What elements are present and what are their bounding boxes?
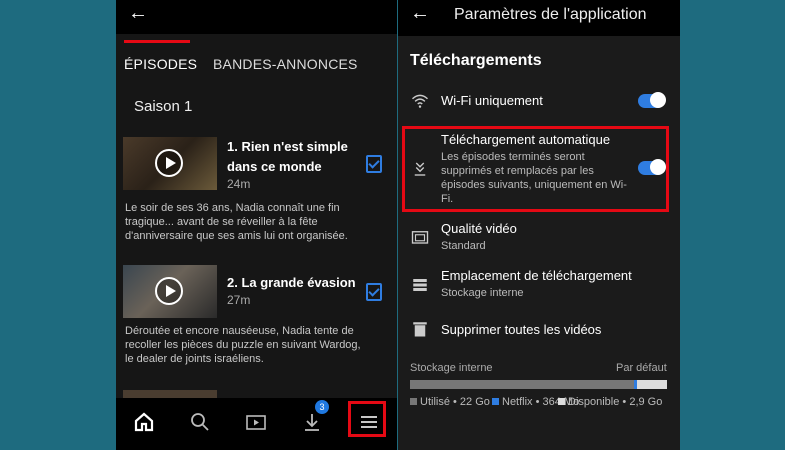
episode-thumbnail[interactable] <box>123 137 217 190</box>
episode-duration: 24m <box>227 177 251 191</box>
legend-swatch <box>492 398 499 405</box>
search-icon[interactable] <box>188 410 212 434</box>
delete-all-label: Supprimer toutes les vidéos <box>441 322 602 337</box>
play-icon[interactable] <box>155 149 183 177</box>
download-location-value: Stockage interne <box>441 287 524 299</box>
back-arrow-icon[interactable]: ← <box>128 2 148 25</box>
episode-description: Le soir de ses 36 ans, Nadia connaît une… <box>125 202 348 242</box>
home-icon[interactable] <box>132 410 156 434</box>
auto-download-label: Téléchargement automatique <box>441 132 611 147</box>
trash-icon <box>413 322 427 337</box>
video-quality-label: Qualité vidéo <box>441 221 517 236</box>
tab-episodes[interactable]: ÉPISODES <box>124 56 197 72</box>
downloads-badge: 3 <box>315 400 329 414</box>
downloaded-check-icon[interactable] <box>366 283 382 301</box>
episode-title: 2. La grande évasion <box>227 275 356 290</box>
wifi-only-toggle[interactable] <box>638 92 666 108</box>
app-settings-screen: ← Paramètres de l'application Télécharge… <box>398 0 680 450</box>
menu-icon[interactable] <box>357 410 381 434</box>
storage-bar <box>410 380 667 389</box>
episode-2[interactable]: 2. La grande évasion 27m Déroutée et enc… <box>123 265 393 375</box>
section-heading: Téléchargements <box>410 52 542 69</box>
video-quality-value: Standard <box>441 240 486 252</box>
active-tab-indicator <box>124 40 190 43</box>
downloaded-check-icon[interactable] <box>366 155 382 173</box>
bottom-nav: 3 <box>116 398 397 450</box>
wifi-only-label: Wi-Fi uniquement <box>441 93 543 108</box>
page-title: Paramètres de l'application <box>454 6 647 23</box>
legend-free: Disponible • 2,9 Go <box>558 396 662 408</box>
legend-swatch <box>558 398 565 405</box>
video-quality-icon <box>411 231 429 244</box>
episode-duration: 27m <box>227 293 251 307</box>
coming-soon-icon[interactable] <box>244 410 268 434</box>
back-arrow-icon[interactable]: ← <box>410 2 430 25</box>
top-bar: ← Paramètres de l'application <box>398 0 680 36</box>
download-location-label: Emplacement de téléchargement <box>441 268 632 283</box>
storage-icon <box>413 279 427 291</box>
legend-free-text: Disponible • 2,9 Go <box>568 396 663 408</box>
episodes-screen: ← ÉPISODES BANDES-ANNONCES Saison 1 1. R… <box>116 0 397 450</box>
tab-trailers[interactable]: BANDES-ANNONCES <box>213 56 358 72</box>
legend-used: Utilisé • 22 Go <box>410 396 490 408</box>
episode-thumbnail[interactable] <box>123 265 217 318</box>
legend-swatch <box>410 398 417 405</box>
legend-used-text: Utilisé • 22 Go <box>420 396 490 408</box>
episode-title: 1. Rien n'est simple dans ce monde <box>227 139 348 174</box>
play-icon[interactable] <box>155 277 183 305</box>
episode-1[interactable]: 1. Rien n'est simple dans ce monde 24m L… <box>123 137 393 247</box>
storage-label: Stockage interne <box>410 362 493 374</box>
season-selector[interactable]: Saison 1 <box>134 98 192 115</box>
auto-download-description: Les épisodes terminés seront supprimés e… <box>441 151 627 205</box>
smart-download-icon <box>414 162 426 176</box>
episode-description: Déroutée et encore nauséeuse, Nadia tent… <box>125 325 361 365</box>
auto-download-toggle[interactable] <box>638 159 666 175</box>
top-bar: ← <box>116 0 397 34</box>
storage-default-label: Par défaut <box>616 362 667 374</box>
storage-bar-free <box>637 380 667 389</box>
episode-3-thumbnail[interactable] <box>123 390 217 398</box>
wifi-icon <box>411 94 429 108</box>
